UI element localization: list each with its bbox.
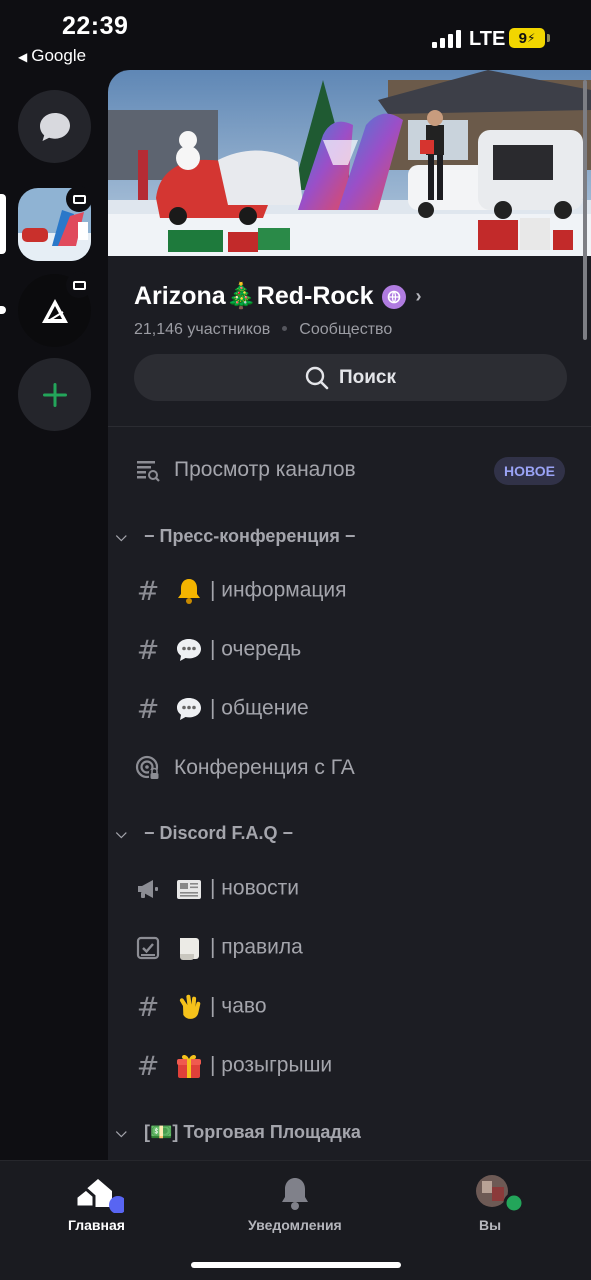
home-servers-icon [74,1179,125,1213]
chevron-down-icon: ⌵ [116,1123,127,1140]
category-press-conference[interactable]: ⌵ − Пресс-конференция − [116,519,586,553]
channel-item-giveaways[interactable]: # | розыгрыши [108,1041,591,1091]
back-to-app-link[interactable]: ◀ Google [18,46,86,66]
avatar [476,1175,525,1213]
hash-icon: # [136,634,160,666]
selected-server-indicator [0,194,6,254]
rules-icon [134,935,162,961]
newspaper-emoji-icon [177,880,201,899]
channel-name: | общение [210,696,309,720]
server-meta: 21,146 участников Сообщество [134,321,392,339]
unread-indicator [0,306,6,314]
direct-messages-button[interactable] [18,90,91,163]
tab-label: Вы [478,1217,502,1233]
community-badge-icon [381,284,406,309]
stage-icon [134,755,162,781]
tab-notifications[interactable]: Уведомления [248,1173,342,1233]
channel-name: | чаво [210,994,267,1018]
chevron-down-icon: ⌵ [116,527,127,544]
status-bar: 22:39 ◀ Google LTE 9 ⚡ [0,0,591,70]
search-icon [305,366,329,389]
new-badge: НОВОЕ [494,457,565,485]
triangle-logo-icon [41,298,68,323]
search-label: Поиск [338,366,397,388]
screen-share-badge [66,272,92,298]
plus-icon [42,382,67,407]
add-server-button[interactable] [18,358,91,431]
search-button[interactable]: Поиск [134,354,567,401]
monitor-icon [72,194,86,204]
hash-icon: # [136,575,160,607]
battery-level: 9 [518,29,527,47]
speech-bubble-emoji-icon [177,698,201,720]
battery-icon: 9 ⚡ [509,28,550,48]
hash-icon: # [136,1050,160,1082]
category-discord-faq[interactable]: ⌵ − Discord F.A.Q − [116,816,586,850]
channel-item-chat[interactable]: # | общение [108,684,591,734]
speech-bubble-emoji-icon [177,639,201,661]
browse-channels-item[interactable]: Просмотр каналов НОВОЕ [108,445,591,495]
chevron-right-icon: › [415,286,422,306]
megaphone-icon [134,876,162,902]
cellular-signal-icon [432,30,462,48]
status-time: 22:39 [62,12,129,40]
network-type: LTE [469,28,506,50]
hash-icon: # [136,693,160,725]
channel-name: Конференция с ГА [174,756,355,779]
channel-item-queue[interactable]: # | очередь [108,625,591,675]
meta-separator [282,326,288,331]
back-app-label: Google [31,46,87,65]
server-type: Сообщество [299,321,393,338]
hash-icon: # [136,991,160,1023]
browse-channels-icon [134,457,162,483]
chat-bubble-icon [39,112,70,141]
member-count: 21,146 участников [134,321,271,338]
server-channel-panel: Arizona🎄Red-Rock › 21,146 участников Сооб… [108,70,591,1160]
tab-you[interactable]: Вы [472,1173,526,1233]
server-name: Arizona🎄Red-Rock [134,282,374,310]
channel-item-info[interactable]: # | информация [108,566,591,616]
channel-name: | информация [210,578,347,602]
category-title: [💵] Торговая Площадка [144,1121,361,1142]
channel-item-faq[interactable]: # | чаво [108,982,591,1032]
back-triangle-icon: ◀ [18,50,28,64]
category-title: − Discord F.A.Q − [144,822,294,843]
browse-channels-label: Просмотр каналов [174,458,356,481]
channel-name: | правила [210,935,303,959]
server-rail [0,70,108,1160]
server-banner-image [108,70,591,256]
channel-item-news[interactable]: | новости [108,864,591,914]
chevron-down-icon: ⌵ [116,824,127,841]
bell-icon [281,1178,308,1210]
waving-hand-emoji-icon [179,994,201,1019]
channel-item-stage[interactable]: Конференция с ГА [108,743,591,793]
channel-name: | розыгрыши [210,1053,333,1077]
category-marketplace[interactable]: ⌵ [💵] Торговая Площадка [116,1115,586,1149]
tab-label: Уведомления [248,1217,342,1233]
screen-share-badge [66,186,92,212]
tab-label: Главная [68,1217,125,1233]
channel-name: | очередь [210,637,302,661]
server-name-button[interactable]: Arizona🎄Red-Rock › [134,282,422,311]
tab-home[interactable]: Главная [68,1173,125,1233]
category-title: − Пресс-конференция − [144,525,356,546]
channel-name: | новости [210,876,300,900]
channel-item-rules[interactable]: | правила [108,923,591,973]
home-indicator[interactable] [191,1262,401,1268]
scrollbar-thumb[interactable] [583,80,587,340]
bell-emoji-icon [178,579,200,604]
gift-emoji-icon [177,1054,201,1078]
monitor-icon [72,280,86,290]
scroll-emoji-icon [180,938,199,960]
section-divider [108,426,591,427]
